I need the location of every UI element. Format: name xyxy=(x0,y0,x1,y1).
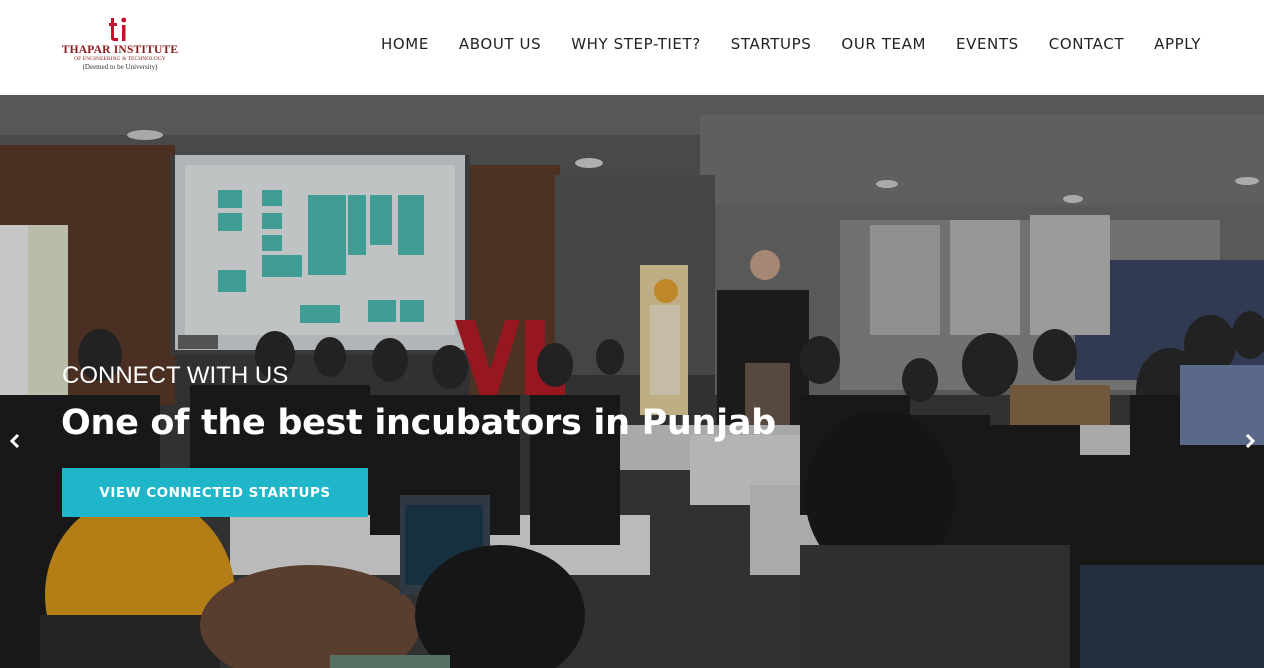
hero-title: One of the best incubators in Punjab xyxy=(61,403,776,443)
slider-next-button[interactable] xyxy=(1240,431,1260,451)
site-header: THAPAR INSTITUTE OF ENGINEERING & TECHNO… xyxy=(0,0,1264,95)
hero-kicker: CONNECT WITH US xyxy=(62,362,289,389)
nav-our-team[interactable]: OUR TEAM xyxy=(826,35,941,53)
logo[interactable]: THAPAR INSTITUTE OF ENGINEERING & TECHNO… xyxy=(58,16,182,78)
view-connected-startups-button[interactable]: VIEW CONNECTED STARTUPS xyxy=(62,468,368,517)
nav-startups[interactable]: STARTUPS xyxy=(716,35,827,53)
nav-why-step-tiet[interactable]: WHY STEP-TIET? xyxy=(556,35,716,53)
logo-name: THAPAR INSTITUTE xyxy=(61,44,179,56)
main-nav: HOME ABOUT US WHY STEP-TIET? STARTUPS OU… xyxy=(366,0,1208,88)
logo-subtitle: OF ENGINEERING & TECHNOLOGY xyxy=(74,56,166,62)
nav-home[interactable]: HOME xyxy=(366,35,444,53)
nav-contact[interactable]: CONTACT xyxy=(1034,35,1139,53)
chevron-left-icon xyxy=(9,434,20,448)
hero-slider: CONNECT WITH US One of the best incubato… xyxy=(0,95,1264,668)
ti-logo-icon xyxy=(109,17,127,41)
slider-prev-button[interactable] xyxy=(5,431,25,451)
nav-apply[interactable]: APPLY xyxy=(1139,35,1208,53)
logo-tagline: (Deemed to be University) xyxy=(82,63,158,71)
nav-about-us[interactable]: ABOUT US xyxy=(444,35,556,53)
nav-events[interactable]: EVENTS xyxy=(941,35,1034,53)
chevron-right-icon xyxy=(1245,434,1256,448)
